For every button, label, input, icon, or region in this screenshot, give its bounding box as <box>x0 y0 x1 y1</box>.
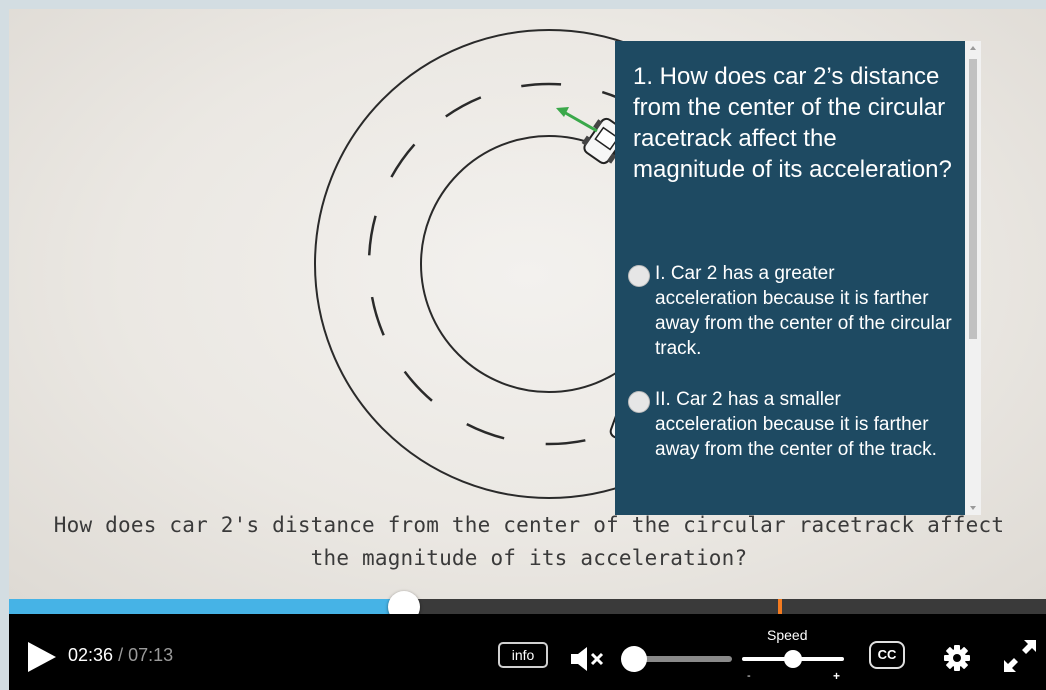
current-time: 02:36 <box>68 645 114 665</box>
speed-plus-label: + <box>833 669 841 683</box>
volume-muted-icon <box>571 647 604 671</box>
quiz-option-1[interactable]: I. Car 2 has a greater acceleration beca… <box>619 261 955 361</box>
quiz-panel: 1. How does car 2’s distance from the ce… <box>615 41 965 515</box>
quiz-question: 1. How does car 2’s distance from the ce… <box>633 63 952 183</box>
speed-minus-label: - <box>747 670 751 682</box>
fullscreen-button[interactable] <box>1002 638 1038 679</box>
time-display: 02:36 / 07:13 <box>68 645 174 665</box>
closed-captions-button[interactable]: CC <box>869 641 905 669</box>
fullscreen-icon <box>1004 640 1036 672</box>
speed-label: Speed <box>767 627 808 643</box>
radio-button[interactable] <box>628 391 650 413</box>
gear-icon <box>944 645 970 671</box>
radio-button[interactable] <box>628 265 650 287</box>
option-text-rest: acceleration because it is farther away … <box>655 288 952 359</box>
scroll-up-arrow-icon[interactable] <box>970 46 976 50</box>
mute-button[interactable] <box>569 646 605 677</box>
option-text-line-1: I. Car 2 has a greater <box>655 263 835 284</box>
quiz-option-2[interactable]: II. Car 2 has a smaller acceleration bec… <box>619 387 955 462</box>
scroll-thumb[interactable] <box>969 59 977 339</box>
video-player: How does car 2's distance from the cente… <box>9 9 1046 690</box>
scroll-down-arrow-icon[interactable] <box>970 506 976 510</box>
velocity-arrow <box>556 107 598 133</box>
duration: 07:13 <box>128 645 174 665</box>
option-text-line-1: II. Car 2 has a smaller <box>655 389 841 410</box>
video-canvas[interactable]: How does car 2's distance from the cente… <box>9 9 1046 599</box>
lesson-subtitle: How does car 2's distance from the cente… <box>53 513 1005 570</box>
info-button[interactable]: info <box>498 642 548 668</box>
settings-button[interactable] <box>943 644 971 677</box>
volume-slider-knob[interactable] <box>621 646 647 672</box>
quiz-scrollbar[interactable] <box>965 41 981 515</box>
option-text-rest: acceleration because it is farther away … <box>655 414 937 460</box>
play-button[interactable] <box>26 640 58 679</box>
progress-bar[interactable] <box>9 591 1046 623</box>
play-icon <box>28 642 56 672</box>
question-marker[interactable] <box>778 599 782 614</box>
control-bar: 02:36 / 07:13 info Speed - + CC <box>9 614 1046 690</box>
volume-slider-track[interactable] <box>637 656 732 662</box>
progress-played <box>9 599 404 614</box>
speed-slider-knob[interactable] <box>784 650 802 668</box>
